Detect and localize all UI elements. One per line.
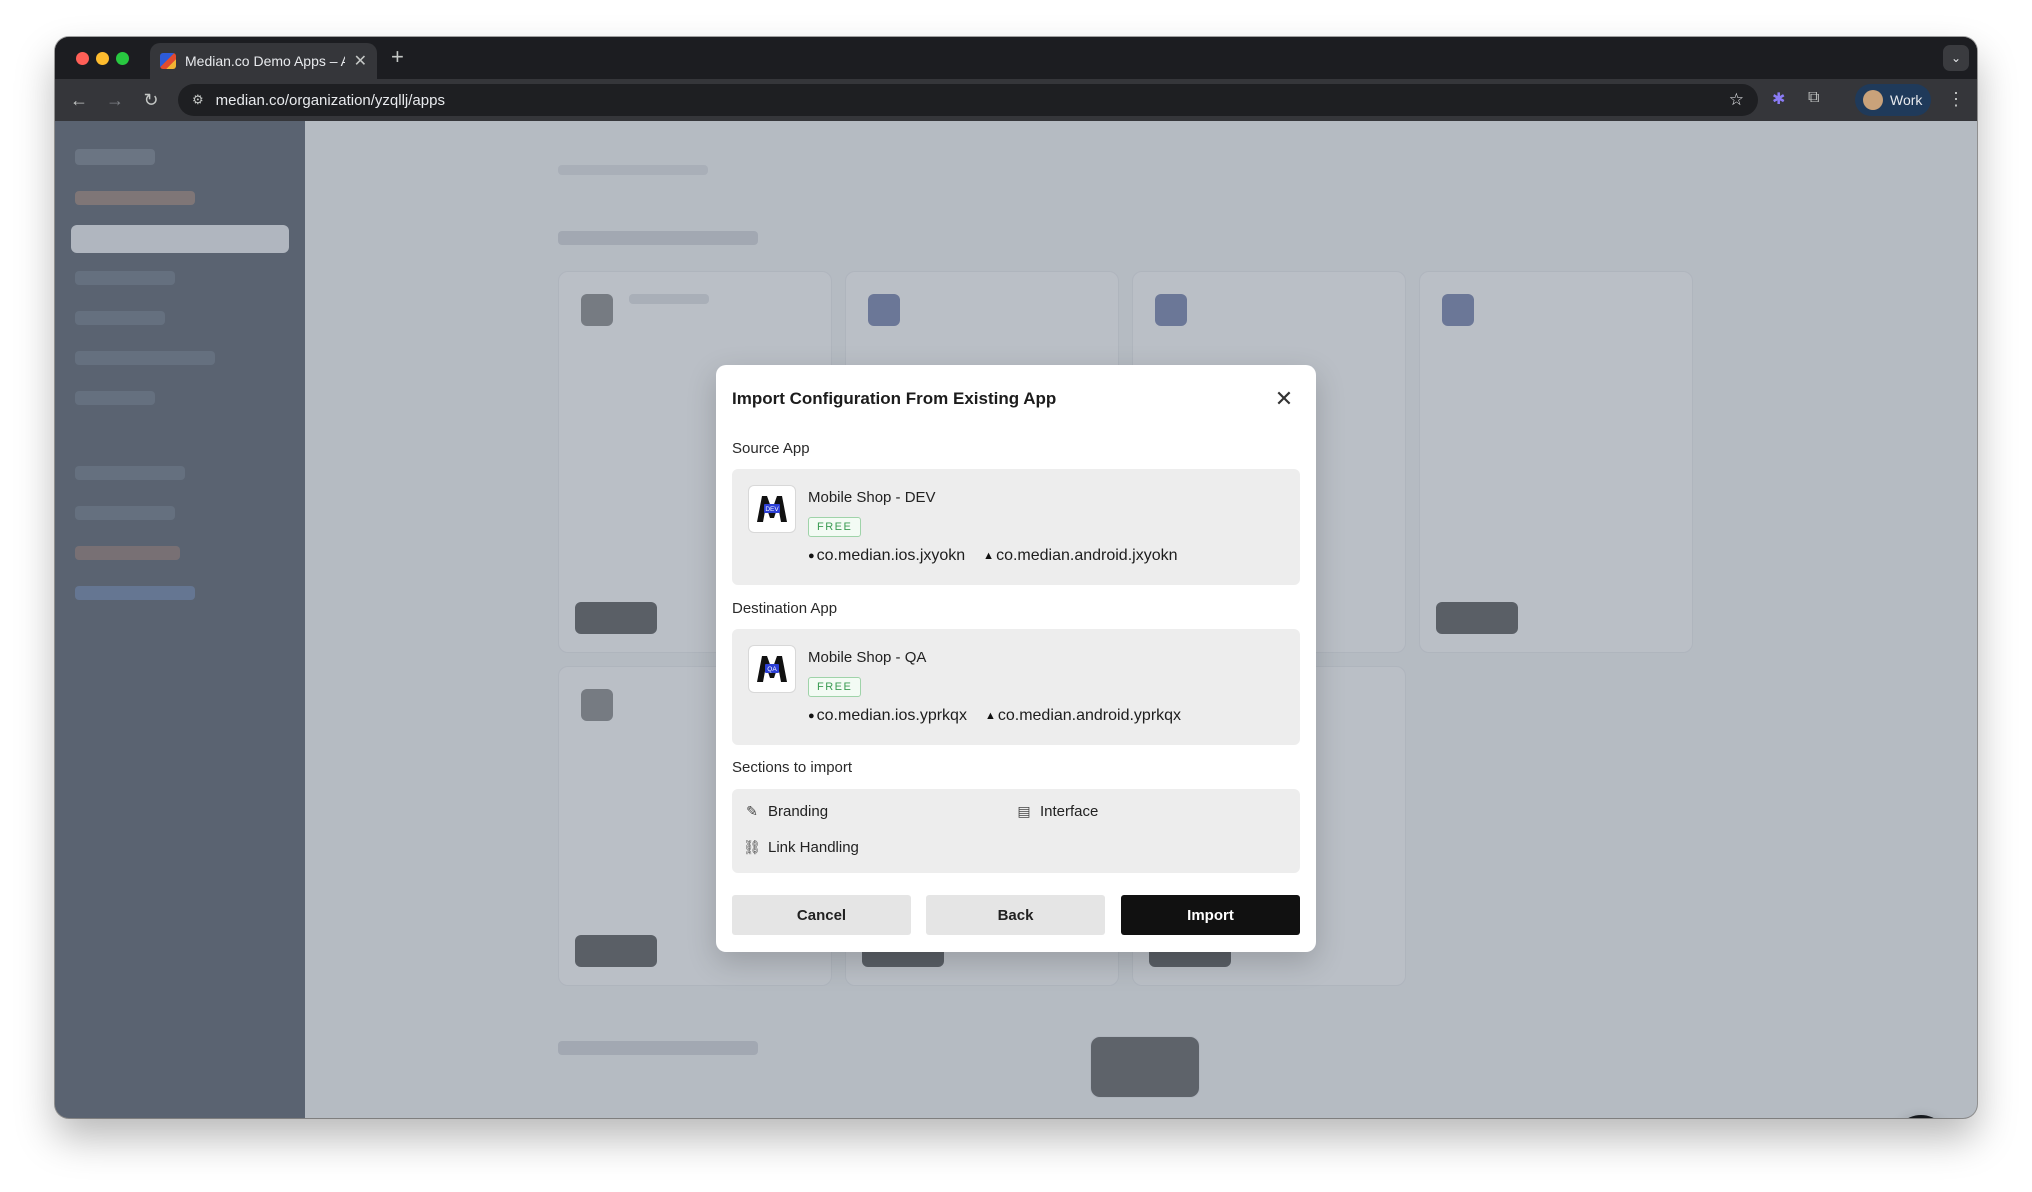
median-m-icon: DEV [757, 496, 787, 522]
layout-icon: ▤ [1017, 803, 1031, 819]
android-icon: ▲ [984, 710, 996, 722]
close-window-button[interactable] [76, 52, 89, 65]
zoom-window-button[interactable] [116, 52, 129, 65]
destination-app-logo: QA [748, 645, 796, 693]
page-content: Import Configuration From Existing App ✕… [55, 121, 1977, 1118]
import-config-modal: Import Configuration From Existing App ✕… [716, 365, 1316, 952]
back-arrow-icon[interactable]: ← [67, 88, 91, 112]
browser-toolbar: ← → ↻ ⚙ median.co/organization/yzqllj/ap… [55, 79, 1977, 121]
section-link-handling[interactable]: ⛓ Link Handling [743, 839, 859, 856]
close-tab-icon[interactable]: ✕ [354, 51, 367, 71]
profile-button[interactable]: Work [1855, 84, 1931, 116]
avatar [1863, 90, 1883, 110]
new-tab-button[interactable]: + [391, 46, 404, 68]
source-plan-badge: FREE [808, 517, 862, 537]
browser-tab[interactable]: Median.co Demo Apps – App ✕ [150, 43, 377, 79]
destination-android-bundle: ▲ co.median.android.yprkqx [985, 707, 1181, 725]
destination-bundle-ids: ● co.median.ios.yprkqx ▲ co.median.android… [808, 707, 1181, 725]
tab-search-button[interactable]: ⌄ [1943, 45, 1969, 71]
site-settings-icon[interactable]: ⚙ [192, 92, 204, 108]
profile-label: Work [1890, 92, 1923, 108]
android-icon: ▲ [983, 550, 995, 562]
browser-menu-icon[interactable]: ⋮ [1947, 89, 1965, 110]
destination-ios-bundle-text: co.median.ios.yprkqx [816, 707, 967, 724]
section-branding[interactable]: ✎ Branding [744, 803, 828, 820]
median-favicon-icon [160, 53, 176, 69]
brush-icon: ✎ [746, 803, 758, 819]
source-app-label: Source App [732, 440, 810, 457]
source-android-bundle: ▲ co.median.android.jxyokn [983, 547, 1177, 565]
section-interface[interactable]: ▤ Interface [1016, 803, 1098, 820]
link-icon: ⛓ [743, 839, 761, 855]
tab-strip: Median.co Demo Apps – App ✕ + ⌄ [55, 37, 1977, 79]
forward-arrow-icon[interactable]: → [103, 88, 127, 112]
address-bar[interactable]: ⚙ median.co/organization/yzqllj/apps ☆ [178, 84, 1758, 116]
source-android-bundle-text: co.median.android.jxyokn [996, 547, 1178, 564]
section-interface-label: Interface [1040, 803, 1099, 820]
destination-app-name: Mobile Shop - QA [808, 649, 927, 666]
extensions-puzzle-icon[interactable]: ⧉ [1808, 89, 1819, 107]
source-ios-bundle-text: co.median.ios.jxyokn [816, 547, 966, 564]
destination-logo-tag: QA [767, 666, 777, 673]
section-link-handling-label: Link Handling [768, 839, 859, 856]
source-app-card: DEV Mobile Shop - DEV FREE ● co.median.io… [732, 469, 1300, 585]
sections-list: ✎ Branding ▤ Interface ⛓ Link Handling [732, 789, 1300, 873]
modal-title: Import Configuration From Existing App [732, 389, 1057, 408]
cancel-button[interactable]: Cancel [732, 895, 911, 935]
tab-title: Median.co Demo Apps – App [185, 53, 345, 69]
import-button[interactable]: Import [1121, 895, 1300, 935]
bookmark-star-icon[interactable]: ☆ [1729, 90, 1744, 110]
reload-icon[interactable]: ↻ [139, 88, 163, 112]
source-logo-tag: DEV [765, 506, 779, 513]
url-text: median.co/organization/yzqllj/apps [215, 91, 445, 109]
browser-window: Median.co Demo Apps – App ✕ + ⌄ ← → ↻ ⚙ … [55, 37, 1977, 1118]
source-ios-bundle: ● co.median.ios.jxyokn [808, 547, 965, 565]
destination-app-card: QA Mobile Shop - QA FREE ● co.median.ios.… [732, 629, 1300, 745]
source-app-logo: DEV [748, 485, 796, 533]
apple-icon: ● [808, 710, 815, 722]
destination-ios-bundle: ● co.median.ios.yprkqx [808, 707, 967, 725]
section-branding-label: Branding [768, 803, 829, 820]
close-icon[interactable]: ✕ [1274, 388, 1294, 410]
destination-plan-badge: FREE [808, 677, 862, 697]
extension-icon[interactable]: ✱ [1772, 89, 1785, 109]
median-m-icon: QA [757, 656, 787, 682]
destination-android-bundle-text: co.median.android.yprkqx [997, 707, 1182, 724]
destination-app-label: Destination App [732, 600, 838, 617]
source-app-name: Mobile Shop - DEV [808, 489, 936, 506]
sections-label: Sections to import [732, 759, 853, 776]
back-button[interactable]: Back [926, 895, 1105, 935]
source-bundle-ids: ● co.median.ios.jxyokn ▲ co.median.android… [808, 547, 1178, 565]
minimize-window-button[interactable] [96, 52, 109, 65]
apple-icon: ● [808, 550, 815, 562]
